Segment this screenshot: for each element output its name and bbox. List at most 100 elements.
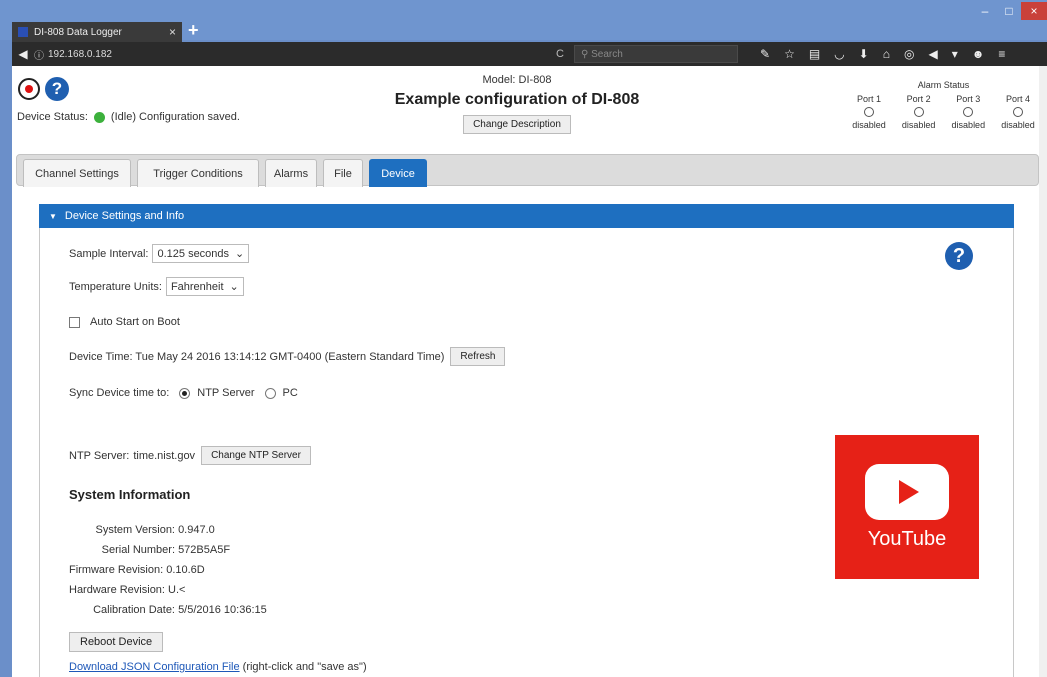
port-name: Port 1 [856,94,881,104]
port-status: disabled [901,120,936,130]
home-icon[interactable]: ⌂ [883,47,890,61]
menu-icon[interactable]: ≡ [998,47,1005,61]
system-info-title: System Information [69,487,191,502]
maximize-button[interactable]: □ [997,2,1021,20]
tab-close-icon[interactable]: × [169,25,176,39]
minimize-button[interactable]: – [973,2,997,20]
download-hint: (right-click and "save as") [242,661,367,673]
tools-icon[interactable]: ✎ [760,47,770,61]
dropdown-icon[interactable]: ▾ [952,47,958,61]
tab-channel-settings[interactable]: Channel Settings [23,159,131,187]
url-bar[interactable]: ⓘ 192.168.0.182 [34,47,112,62]
info-key: Hardware Revision: [69,584,165,596]
auto-start-checkbox[interactable] [69,316,80,328]
youtube-label: YouTube [867,527,947,550]
search-icon: ⚲ [581,48,592,60]
alarm-indicator-icon [864,107,874,117]
tab-device[interactable]: Device [369,159,427,187]
change-description-button[interactable]: Change Description [463,115,571,134]
info-key: Firmware Revision: [69,564,164,576]
alarm-status-title: Alarm Status [917,80,970,90]
download-json-link[interactable]: Download JSON Configuration File [69,661,240,673]
info-key: Serial Number: [101,544,175,556]
ntp-radio[interactable] [179,387,191,399]
info-key: Calibration Date: [93,604,175,616]
window-left-edge [0,66,12,677]
port-name: Port 2 [906,94,931,104]
back-icon[interactable]: ◀ [12,47,34,61]
browser-navbar: ◀ ⓘ 192.168.0.182 C ⚲ Search ✎ ☆ ▤ ◡ ⬇ ⌂… [12,42,1047,66]
auto-start-label: Auto Start on Boot [90,316,180,328]
pc-radio-label: PC [282,387,298,399]
tab-alarms[interactable]: Alarms [265,159,317,187]
info-value: 0.10.6D [166,564,205,576]
reader-icon[interactable]: ▤ [809,47,820,61]
tab-file[interactable]: File [323,159,363,187]
alarm-status: Alarm Status Port 1 disabled Port 2 disa… [846,80,1041,130]
play-icon [865,463,949,520]
url-text: 192.168.0.182 [48,48,112,60]
sample-interval-label: Sample Interval: [69,247,149,260]
sample-interval-select[interactable]: 0.125 seconds ⌄ [152,244,250,263]
info-icon[interactable]: ⓘ [34,47,44,62]
port-name: Port 3 [956,94,981,104]
refresh-button[interactable]: Refresh [450,347,506,366]
change-ntp-button[interactable]: Change NTP Server [201,446,311,465]
reboot-row: Reboot Device [69,632,164,652]
panel-help-icon[interactable]: ? [945,242,973,270]
panel-title: Device Settings and Info [64,210,185,222]
device-time-text: Device Time: Tue May 24 2016 13:14:12 GM… [69,350,445,363]
info-key: System Version: [95,524,175,536]
serial-number-row: Serial Number: 572B5A5F [69,544,230,556]
panel-header[interactable]: ▼ Device Settings and Info [39,204,1014,228]
tab-trigger-conditions[interactable]: Trigger Conditions [137,159,259,187]
alarm-port: Port 3 disabled [945,94,991,130]
flag-icon[interactable]: ◀ [928,47,937,61]
bookmark-star-icon[interactable]: ☆ [784,47,795,61]
port-name: Port 4 [1005,94,1030,104]
browser-tab[interactable]: DI-808 Data Logger × [12,22,182,42]
alarm-indicator-icon [1012,107,1023,117]
port-status: disabled [1001,120,1035,130]
page: ? Device Status: (Idle) Configuration sa… [12,66,1047,677]
pocket-icon[interactable]: ◡ [834,47,844,61]
pc-radio[interactable] [264,387,276,399]
sample-interval-row: Sample Interval: 0.125 seconds ⌄ [69,244,250,263]
device-status-text: (Idle) Configuration saved. [110,111,240,123]
search-placeholder: Search [591,48,623,60]
download-icon[interactable]: ⬇ [859,47,869,61]
temp-units-select[interactable]: Fahrenheit ⌄ [165,277,244,296]
device-time-row: Device Time: Tue May 24 2016 13:14:12 GM… [69,347,506,366]
new-tab-button[interactable]: + [188,20,199,41]
sample-interval-value: 0.125 seconds [157,247,230,260]
help-icon[interactable]: ? [45,77,69,101]
alarm-port: Port 1 disabled [846,94,892,130]
config-title: Example configuration of DI-808 [394,91,640,108]
download-row: Download JSON Configuration File (right-… [69,661,367,673]
record-icon[interactable] [18,78,40,100]
ntp-server-label: NTP Server: [69,449,130,462]
window-controls: – □ × [973,2,1047,20]
extension-icon[interactable]: ◎ [904,47,914,61]
reboot-button[interactable]: Reboot Device [69,632,164,652]
firmware-revision-row: Firmware Revision: 0.10.6D [69,564,205,576]
alarm-indicator-icon [913,107,924,117]
auto-start-row: Auto Start on Boot [69,316,180,328]
favicon-icon [18,27,28,37]
tabs-bar: Channel Settings Trigger Conditions Alar… [16,154,1039,187]
ntp-server-value: time.nist.gov [133,449,196,462]
account-icon[interactable]: ☻ [972,47,985,61]
alarm-port: Port 2 disabled [896,94,942,130]
ntp-server-row: NTP Server: time.nist.gov Change NTP Ser… [69,446,311,465]
search-input[interactable]: ⚲ Search [574,45,738,63]
chevron-down-icon: ⌄ [235,248,245,260]
toolbar-icons: ✎ ☆ ▤ ◡ ⬇ ⌂ ◎ ◀ ▾ ☻ ≡ [760,47,1005,61]
temp-units-label: Temperature Units: [69,280,162,293]
youtube-logo[interactable]: YouTube [835,435,979,579]
reload-icon[interactable]: C [556,48,564,60]
close-window-button[interactable]: × [1021,2,1047,20]
config-header: Model: DI-808 Example configuration of D… [352,74,682,134]
browser-tab-title: DI-808 Data Logger [34,26,122,38]
sync-row: Sync Device time to: NTP Server PC [69,387,298,399]
scrollbar[interactable] [1039,66,1047,677]
